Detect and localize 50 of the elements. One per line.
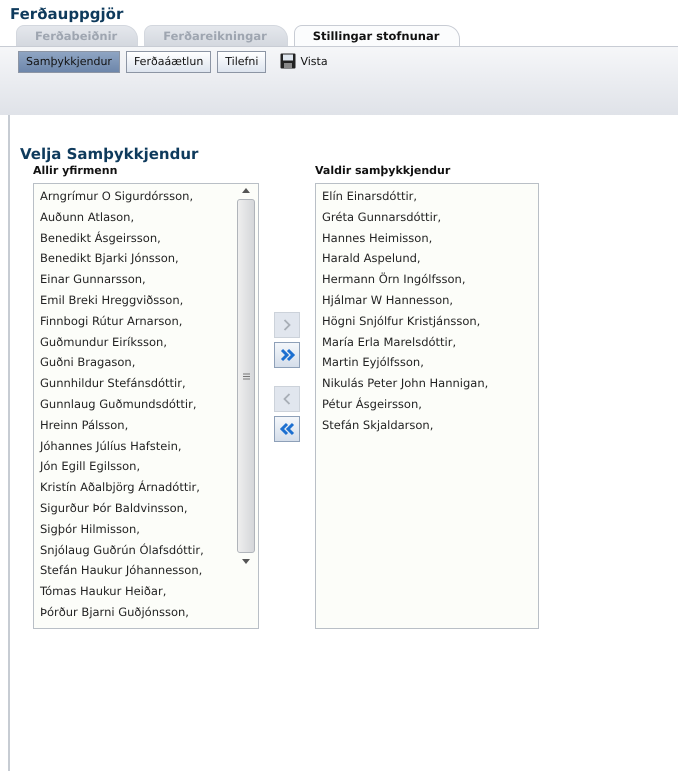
list-box[interactable]: [33, 183, 259, 629]
app-title: Ferðauppgjör: [9, 4, 124, 22]
list-heading: Allir yfirmenn: [33, 164, 118, 179]
list-item[interactable]: Hjálmar W Hannesson,: [322, 290, 538, 311]
move-all-left-button[interactable]: [274, 416, 300, 442]
list-item[interactable]: Benedikt Bjarki Jónsson,: [40, 248, 238, 270]
list-item[interactable]: Högni Snjólfur Kristjánsson,: [322, 310, 538, 332]
list-item[interactable]: Jóhannes Júlíus Hafstein,: [40, 436, 238, 456]
list-item[interactable]: Tómas Haukur Heiðar,: [40, 581, 238, 602]
list-item[interactable]: Nikulás Peter John Hannigan,: [322, 373, 538, 394]
list-item[interactable]: Jón Egill Egilsson,: [40, 456, 238, 478]
list-item[interactable]: Hermann Örn Ingólfsson,: [322, 269, 538, 290]
list-item[interactable]: Auðunn Atlason,: [40, 206, 238, 228]
list-item[interactable]: Einar Gunnarsson,: [40, 269, 238, 290]
list-item[interactable]: Sigurður Þór Baldvinsson,: [40, 498, 238, 519]
list-item[interactable]: Guðmundur Eiríksson,: [40, 332, 238, 352]
tab[interactable]: Stillingar stofnunar: [294, 25, 460, 46]
list-item[interactable]: Martin Eyjólfsson,: [322, 352, 538, 374]
list-item[interactable]: Þórður Bjarni Guðjónsson,: [40, 602, 238, 623]
list-item[interactable]: Gunnlaug Guðmundsdóttir,: [40, 394, 238, 415]
scroll-up-icon[interactable]: [242, 188, 250, 193]
subtab[interactable]: Tilefni: [217, 51, 266, 73]
list-item[interactable]: Hannes Heimisson,: [322, 228, 538, 248]
subtab[interactable]: Ferðaáætlun: [126, 51, 212, 73]
list-item[interactable]: María Erla Marelsdóttir,: [322, 332, 538, 352]
list-item[interactable]: Arngrímur O Sigurdórsson,: [40, 186, 238, 207]
move-all-right-button[interactable]: [274, 342, 300, 368]
list-item[interactable]: Pétur Ásgeirsson,: [322, 394, 538, 415]
list-item[interactable]: Sigþór Hilmisson,: [40, 518, 238, 540]
scroll-down-icon[interactable]: [242, 559, 250, 564]
list-item[interactable]: Gunnhildur Stefánsdóttir,: [40, 373, 238, 394]
list-box[interactable]: [315, 183, 539, 629]
list-item[interactable]: Kristín Aðalbjörg Árnadóttir,: [40, 477, 238, 498]
list-item[interactable]: Gréta Gunnarsdóttir,: [322, 206, 538, 228]
list-item[interactable]: Finnbogi Rútur Arnarson,: [40, 310, 238, 332]
double-left-arrow-icon: [280, 422, 294, 436]
list-item[interactable]: Hreinn Pálsson,: [40, 414, 238, 436]
list-item[interactable]: Snjólaug Guðrún Ólafsdóttir,: [40, 540, 238, 560]
list-item[interactable]: Elín Einarsdóttir,: [322, 186, 538, 207]
section-title: Velja Samþykkjendur: [20, 145, 200, 163]
list-item[interactable]: Harald Aspelund,: [322, 248, 538, 270]
list-item[interactable]: Emil Breki Hreggviðsson,: [40, 290, 238, 311]
subtab[interactable]: Samþykkjendur: [18, 51, 120, 73]
list-item[interactable]: Stefán Skjaldarson,: [322, 414, 538, 436]
list-heading: Valdir samþykkjendur: [315, 164, 452, 179]
scrollbar-thumb[interactable]: [237, 199, 255, 553]
list-item[interactable]: Stefán Haukur Jóhannesson,: [40, 560, 238, 582]
list-item[interactable]: Benedikt Ásgeirsson,: [40, 228, 238, 248]
save-link[interactable]: Vista: [300, 54, 328, 68]
list-item[interactable]: Guðni Bragason,: [40, 352, 238, 374]
